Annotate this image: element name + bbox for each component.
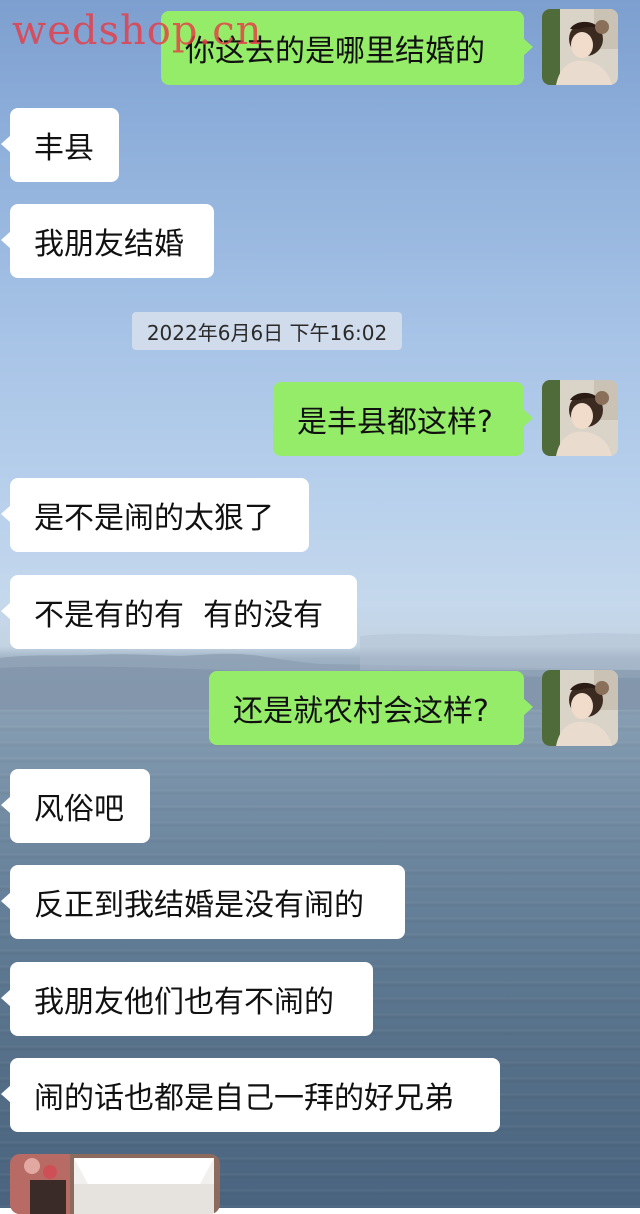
user-avatar[interactable] [542,9,618,85]
incoming-message-bubble[interactable]: 是不是闹的太狠了 [1,478,309,552]
message-timestamp: 2022年6月6日 下午16:02 [132,312,402,350]
incoming-message-bubble[interactable]: 我朋友他们也有不闹的 [1,962,373,1036]
photo-thumbnail-icon [10,1154,220,1214]
avatar-photo-icon [542,380,618,456]
avatar-photo-icon [542,9,618,85]
incoming-message-bubble[interactable]: 反正到我结婚是没有闹的 [1,865,405,939]
incoming-message-bubble[interactable]: 我朋友结婚 [1,204,214,278]
image-message-thumbnail[interactable] [10,1154,220,1214]
incoming-message-bubble[interactable]: 不是有的有 有的没有 [1,575,357,649]
incoming-message-bubble[interactable]: 丰县 [1,108,119,182]
outgoing-message-bubble[interactable]: 还是就农村会这样? [209,671,533,745]
user-avatar[interactable] [542,670,618,746]
outgoing-message-bubble[interactable]: 是丰县都这样? [273,382,533,456]
incoming-message-bubble[interactable]: 闹的话也都是自己一拜的好兄弟 [1,1058,500,1132]
incoming-message-bubble[interactable]: 风俗吧 [1,769,150,843]
watermark-text: wedshop.cn [12,8,263,54]
user-avatar[interactable] [542,380,618,456]
avatar-photo-icon [542,670,618,746]
